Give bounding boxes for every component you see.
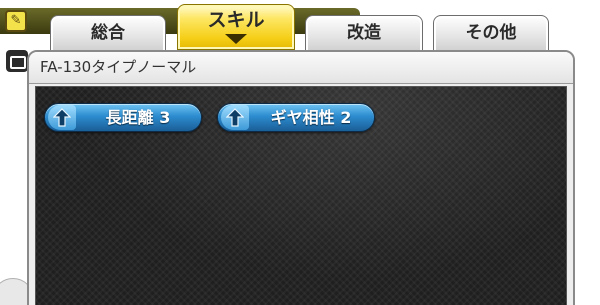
pencil-icon[interactable]: ✎: [5, 10, 27, 32]
tab-overview[interactable]: 総合: [50, 15, 166, 52]
tab-modify-label: 改造: [347, 23, 381, 43]
tab-overview-label: 総合: [91, 23, 125, 43]
upgrade-arrow-icon: [48, 105, 76, 130]
skill-badge-gear-affinity[interactable]: ギヤ相性 2: [217, 103, 375, 132]
skill-label: 長距離 3: [105, 108, 171, 127]
chevron-down-icon: [225, 34, 247, 44]
tab-skill[interactable]: スキル: [177, 4, 295, 50]
skill-badge-long-distance[interactable]: 長距離 3: [44, 103, 202, 132]
upgrade-arrow-icon: [221, 105, 249, 130]
tab-other[interactable]: その他: [433, 15, 549, 52]
tab-modify[interactable]: 改造: [305, 15, 423, 52]
panel-title: FA-130タイプノーマル: [29, 52, 573, 84]
card-icon[interactable]: [6, 50, 28, 72]
skill-list: 長距離 3 ギヤ相性 2: [35, 86, 567, 305]
tab-other-label: その他: [465, 23, 517, 43]
skill-panel: FA-130タイプノーマル 長距離 3 ギヤ相性 2: [27, 50, 575, 305]
tab-skill-label: スキル: [207, 9, 265, 31]
skill-label: ギヤ相性 2: [270, 108, 352, 127]
